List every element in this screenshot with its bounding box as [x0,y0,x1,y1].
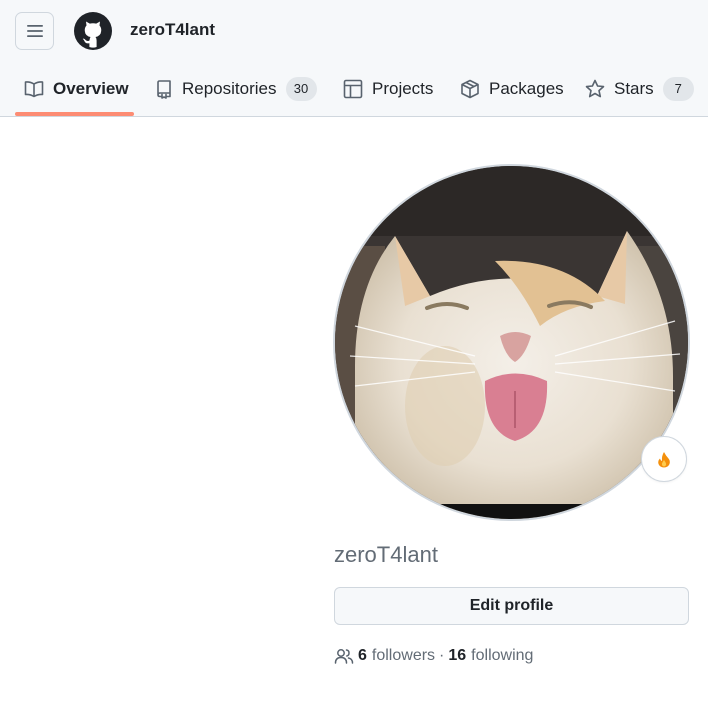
follow-stats: 6 followers · 16 following [334,647,533,665]
tab-stars[interactable]: Stars 7 [585,62,694,116]
cat-photo [335,166,688,519]
people-icon [334,649,354,664]
followers-count: 6 [358,647,367,664]
tab-overview-label: Overview [53,79,129,98]
tab-projects-label: Projects [372,79,434,98]
stars-count-badge: 7 [662,77,694,101]
hamburger-menu-button[interactable] [15,12,54,50]
tab-repositories[interactable]: Repositories 30 [155,62,317,116]
edit-profile-button[interactable]: Edit profile [334,587,689,625]
follow-separator: · [439,647,445,664]
set-status-button[interactable] [641,436,687,482]
github-logo-icon[interactable] [74,12,112,50]
tab-overview[interactable]: Overview [24,62,129,116]
profile-login-name: zeroT4lant [334,542,438,567]
book-icon [24,81,44,98]
followers-link[interactable]: 6 followers [358,647,435,665]
following-count: 16 [448,647,467,664]
fire-icon [658,451,670,467]
following-label: following [471,647,534,664]
avatar[interactable] [333,164,690,521]
following-link[interactable]: 16 following [448,647,533,665]
followers-label: followers [371,647,436,664]
hamburger-icon [26,25,43,37]
profile-avatar-container [333,164,690,521]
repo-icon [157,80,171,99]
package-icon [461,79,479,99]
tab-packages-label: Packages [489,79,564,98]
tab-projects[interactable]: Projects [343,62,433,116]
tab-packages[interactable]: Packages [460,62,564,116]
table-icon [343,79,363,99]
tab-stars-label: Stars [614,79,654,98]
header-bar: zeroT4lant Overview Repositories 30 Proj… [0,0,708,117]
header-username[interactable]: zeroT4lant [130,20,215,40]
star-icon [585,79,605,98]
active-tab-indicator [15,112,134,116]
repositories-count-badge: 30 [285,77,317,101]
tab-repositories-label: Repositories [182,79,277,98]
